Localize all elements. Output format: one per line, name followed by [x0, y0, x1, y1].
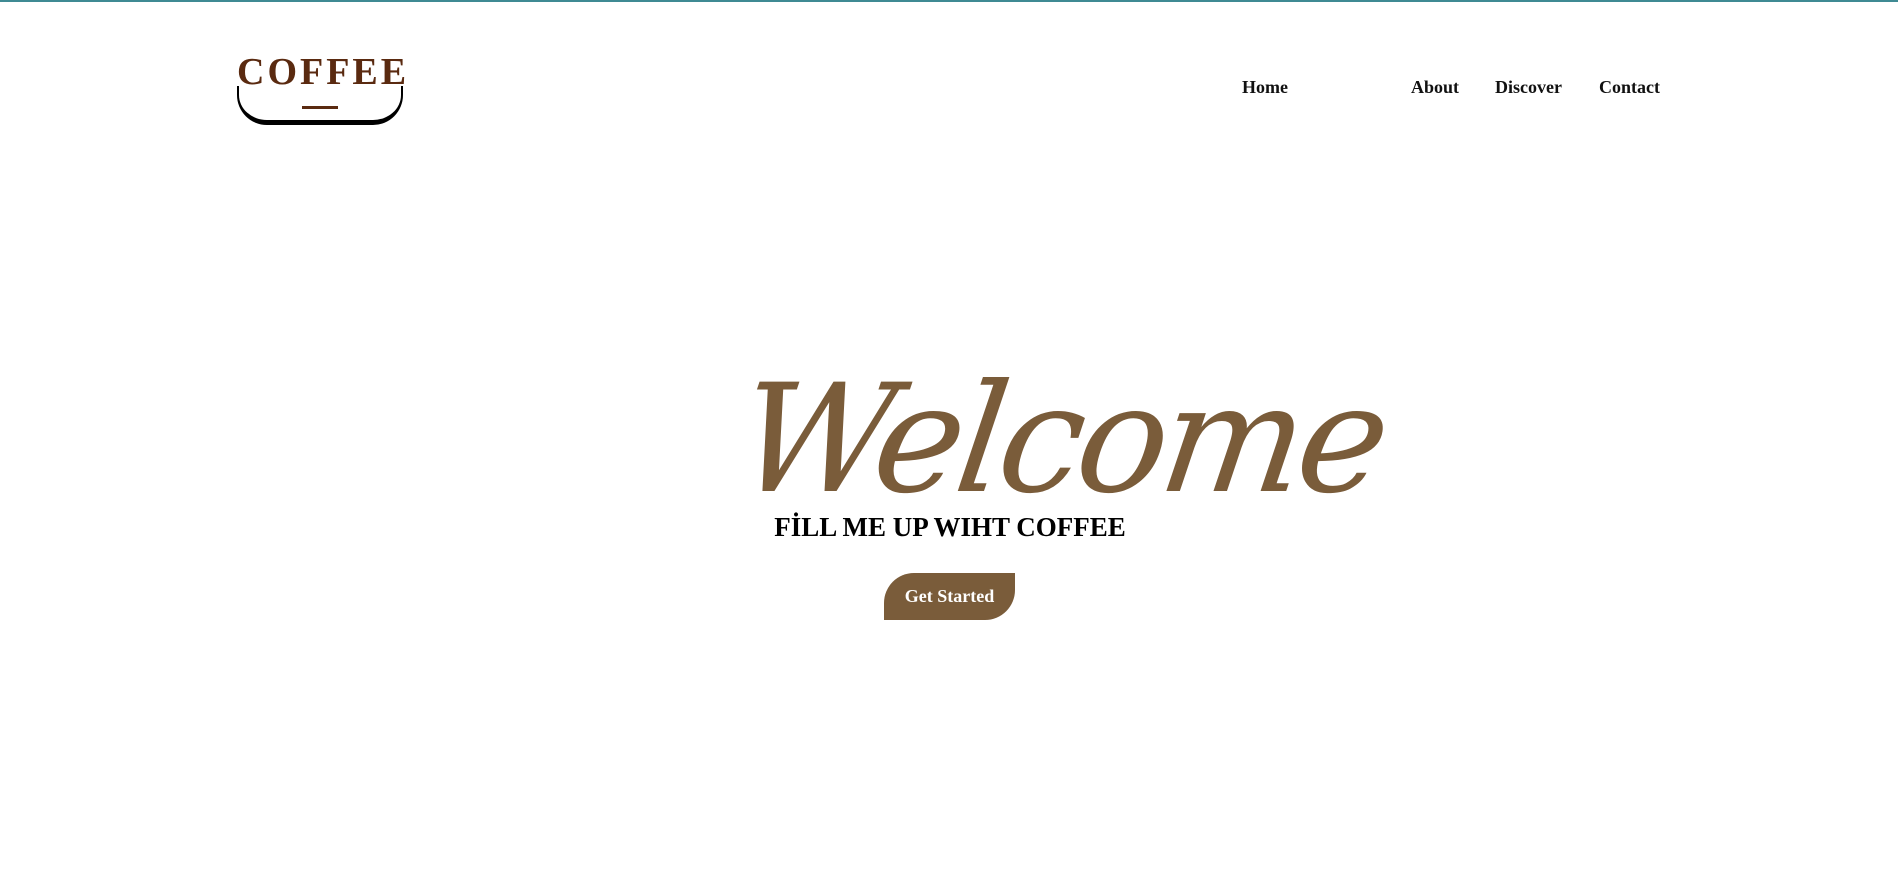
hero-tagline: FİLL ME UP WIHT COFFEE: [774, 512, 1126, 542]
nav-home-link[interactable]: Home: [1242, 76, 1288, 98]
hero-heading: Welcome: [727, 353, 1395, 527]
nav-about-link[interactable]: About: [1411, 76, 1459, 98]
get-started-button[interactable]: Get Started: [884, 573, 1015, 620]
main-nav: Home About Discover Contact: [0, 76, 1898, 100]
nav-discover-link[interactable]: Discover: [1495, 76, 1562, 98]
nav-contact-link[interactable]: Contact: [1599, 76, 1660, 98]
logo-dash: [302, 106, 338, 109]
top-accent-rule: [0, 0, 1898, 2]
